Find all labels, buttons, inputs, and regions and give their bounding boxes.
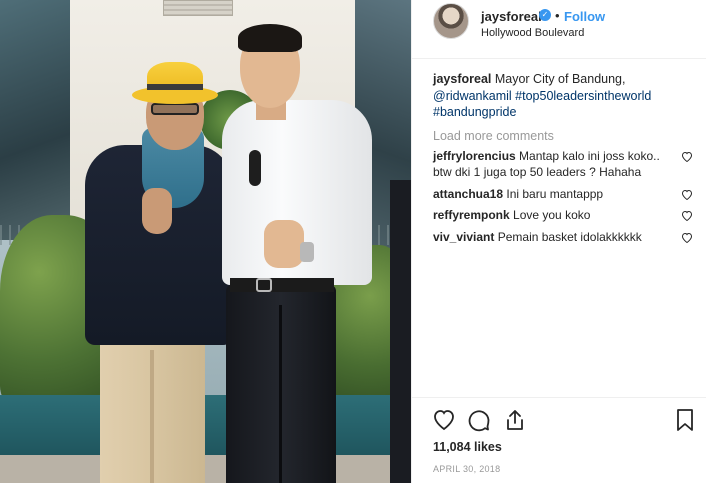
person2-belt (230, 278, 334, 292)
post-date: APRIL 30, 2018 (433, 464, 501, 474)
comments-section: jaysforeal Mayor City of Bandung, @ridwa… (433, 71, 695, 245)
post-caption: jaysforeal Mayor City of Bandung, @ridwa… (433, 71, 695, 121)
comment-item: jeffrylorencius Mantap kalo ini joss kok… (433, 148, 695, 181)
header-username[interactable]: jaysforeal (481, 9, 542, 24)
action-bar: 11,084 likes APRIL 30, 2018 (412, 397, 706, 483)
comment-text: Pemain basket idolakkkkkk (497, 229, 642, 244)
comment-text: Love you koko (513, 208, 591, 222)
person1-hatband (147, 84, 203, 90)
person1-trousers (100, 330, 205, 483)
instagram-post: jaysforeal ✓ • Follow Hollywood Boulevar… (0, 0, 706, 483)
header-separator: • (555, 8, 560, 23)
person2-watch (300, 242, 314, 262)
load-more-comments-button[interactable]: Load more comments (433, 129, 695, 143)
person1-thumbs-up (142, 188, 172, 234)
heart-icon[interactable] (681, 232, 693, 243)
comment-item: viv_viviant Pemain basket idolakkkkkk (433, 229, 695, 246)
person2-thumbs-up (264, 220, 304, 268)
photo-window-left (0, 0, 70, 240)
photo-vent (163, 0, 233, 16)
comment-icon[interactable] (467, 408, 491, 432)
location-link[interactable]: Hollywood Boulevard (481, 27, 584, 39)
share-icon[interactable] (503, 408, 527, 432)
caption-text: Mayor City of Bandung, (494, 72, 626, 86)
comment-username[interactable]: jeffrylorencius (433, 149, 516, 163)
heart-icon[interactable] (432, 408, 456, 432)
person1-glasses (151, 103, 199, 115)
comment-username[interactable]: attanchua18 (433, 187, 503, 201)
follow-button[interactable]: Follow (564, 9, 605, 24)
avatar[interactable] (433, 3, 469, 39)
comment-username[interactable]: reffyremponk (433, 208, 510, 222)
bookmark-icon[interactable] (673, 408, 697, 432)
comment-item: attanchua18 Ini baru mantappp (433, 186, 695, 203)
person2-belt-buckle (256, 278, 272, 292)
person3-edge (390, 180, 411, 483)
heart-icon[interactable] (681, 210, 693, 221)
verified-icon: ✓ (539, 9, 551, 21)
comment-item: reffyremponk Love you koko (433, 207, 695, 224)
caption-hashtag[interactable]: #top50leadersintheworld (515, 89, 651, 103)
person2-sunglasses (249, 150, 261, 186)
comment-username[interactable]: viv_viviant (433, 230, 494, 244)
post-side-panel: jaysforeal ✓ • Follow Hollywood Boulevar… (411, 0, 706, 483)
likes-count[interactable]: 11,084 likes (433, 440, 502, 454)
heart-icon[interactable] (681, 151, 693, 162)
caption-mention[interactable]: @ridwankamil (433, 89, 512, 103)
heart-icon[interactable] (681, 189, 693, 200)
post-header: jaysforeal ✓ • Follow Hollywood Boulevar… (412, 0, 706, 59)
comment-text: Ini baru mantappp (506, 186, 604, 201)
post-photo[interactable] (0, 0, 411, 483)
photo-ground (0, 455, 411, 483)
caption-hashtag[interactable]: #bandungpride (433, 105, 516, 119)
caption-username[interactable]: jaysforeal (433, 72, 491, 86)
person2-hair (238, 24, 302, 52)
person2-jeans (226, 285, 336, 483)
